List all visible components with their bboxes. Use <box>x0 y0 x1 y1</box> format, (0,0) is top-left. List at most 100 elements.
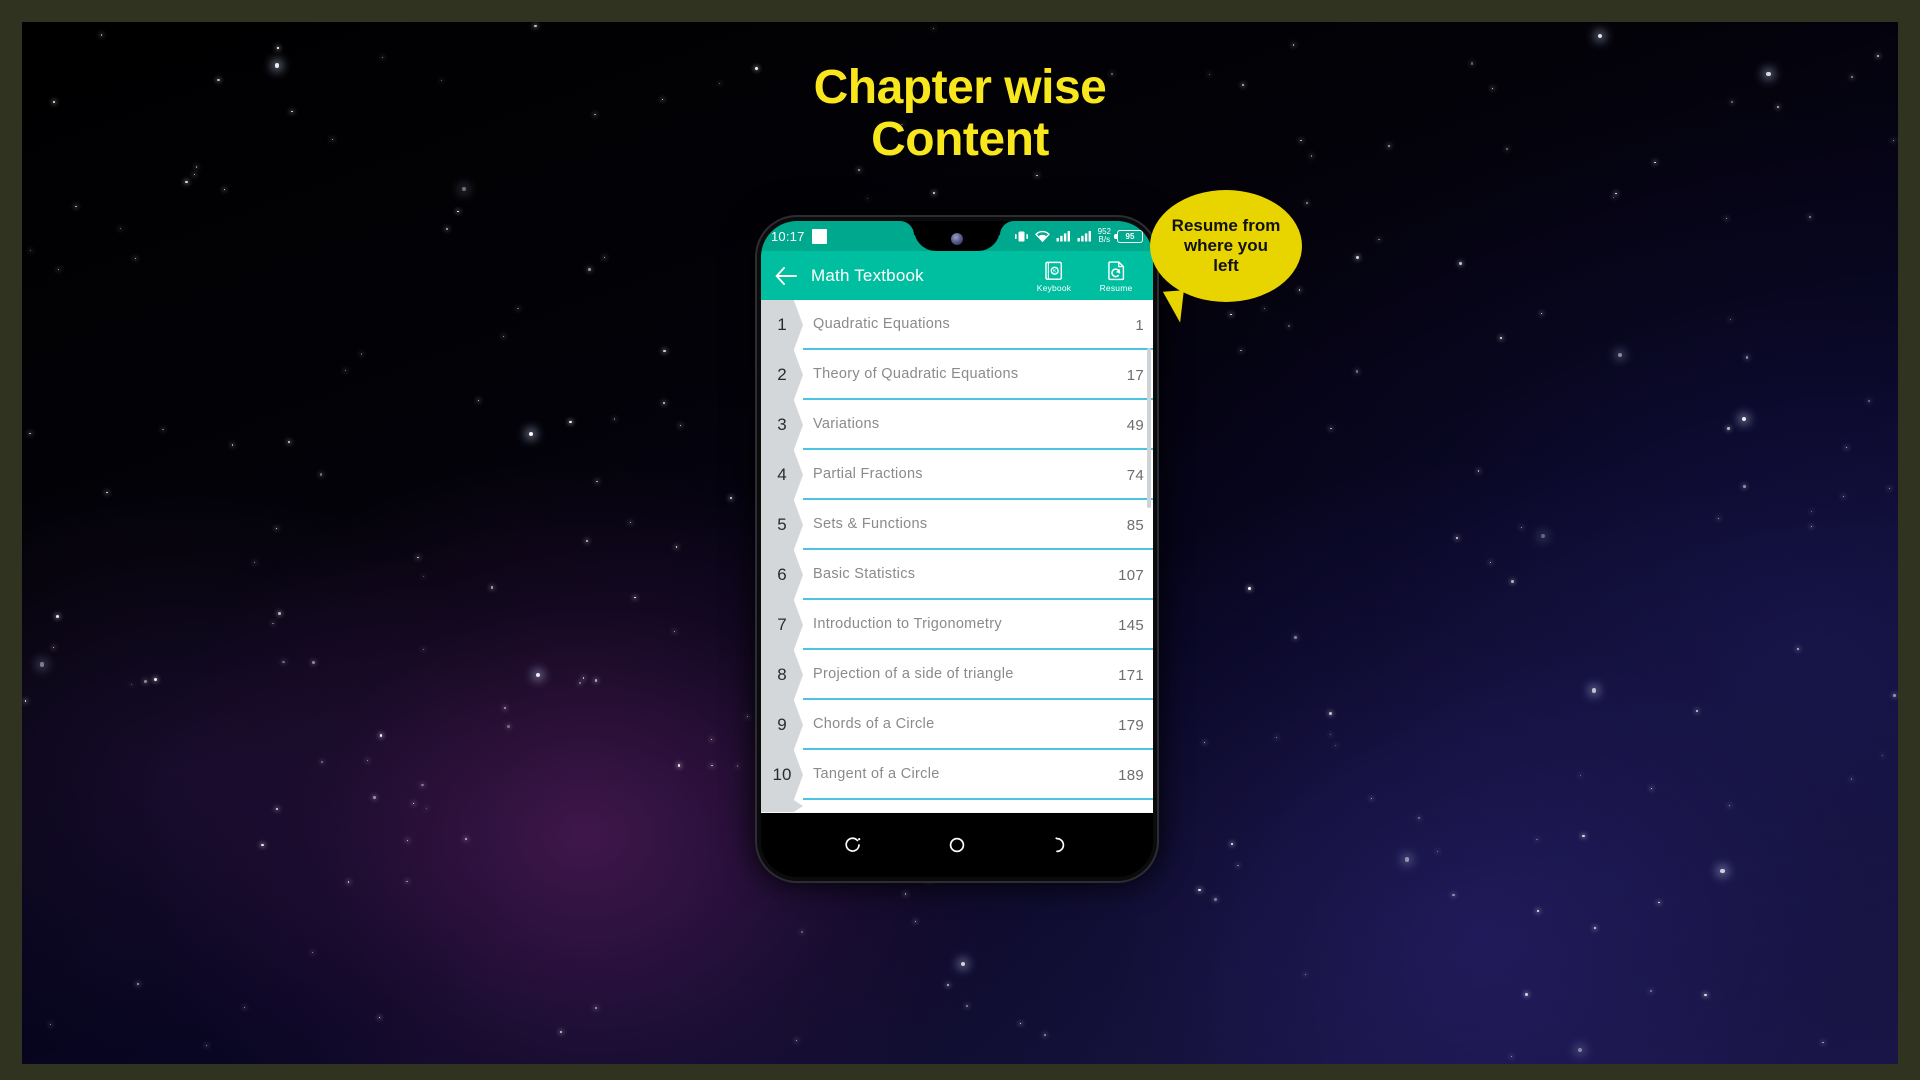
screenshot-root: Chapter wise Content 10:17 952 B/s 95 Ma… <box>0 0 1920 1080</box>
chapter-row[interactable]: 6 Basic Statistics 107 <box>761 550 1153 600</box>
star <box>1540 534 1545 539</box>
star <box>1581 834 1585 838</box>
star <box>282 660 286 664</box>
chapter-row[interactable]: 7 Introduction to Trigonometry 145 <box>761 600 1153 650</box>
home-button[interactable] <box>940 828 974 862</box>
chapter-number-tag: 4 <box>761 450 803 500</box>
star <box>347 881 350 883</box>
chapter-row-partial[interactable] <box>761 800 1153 812</box>
star <box>1615 193 1617 195</box>
star <box>933 27 935 29</box>
star <box>663 402 665 405</box>
star <box>1703 993 1707 997</box>
chapter-title: Variations <box>813 416 880 433</box>
app-bar-title: Math Textbook <box>811 265 924 285</box>
list-scrollbar[interactable] <box>1147 300 1151 813</box>
star <box>130 683 132 685</box>
resume-button[interactable]: Resume <box>1085 259 1147 293</box>
star <box>1728 804 1731 806</box>
chapter-row[interactable]: 10 Tangent of a Circle 189 <box>761 750 1153 800</box>
star <box>412 802 414 804</box>
star <box>932 192 935 195</box>
chapter-row[interactable]: 1 Quadratic Equations 1 <box>761 300 1153 350</box>
star <box>417 557 419 559</box>
chapter-row-body: Sets & Functions 85 <box>803 500 1153 550</box>
star <box>379 733 383 737</box>
chapter-title: Quadratic Equations <box>813 316 951 333</box>
star <box>677 764 681 767</box>
star <box>423 575 425 577</box>
chapter-row[interactable]: 5 Sets & Functions 85 <box>761 500 1153 550</box>
star <box>1521 526 1523 529</box>
star <box>796 1039 798 1042</box>
star <box>1237 864 1239 866</box>
star <box>153 678 157 682</box>
back-nav-button[interactable] <box>1044 828 1078 862</box>
star <box>361 353 363 355</box>
star <box>1371 798 1373 800</box>
keybook-icon: K <box>1044 261 1062 280</box>
back-button[interactable] <box>773 263 799 289</box>
notification-chip-icon <box>811 228 827 244</box>
star <box>185 180 188 184</box>
star <box>594 679 598 683</box>
star <box>613 418 616 420</box>
status-bar-left: 10:17 <box>771 228 827 244</box>
star <box>587 268 591 272</box>
star <box>1877 54 1880 57</box>
star <box>1809 216 1811 218</box>
star <box>1437 851 1439 853</box>
star <box>372 795 376 799</box>
star <box>426 807 428 809</box>
star <box>1305 201 1308 204</box>
callout-text: Resume from where you left <box>1171 216 1281 275</box>
chapter-row[interactable]: 2 Theory of Quadratic Equations 17 <box>761 350 1153 400</box>
chapter-row[interactable]: 8 Projection of a side of triangle 171 <box>761 650 1153 700</box>
star <box>1726 218 1728 220</box>
star <box>1594 927 1597 930</box>
chapter-number-tag: 2 <box>761 350 803 400</box>
recents-button[interactable] <box>836 828 870 862</box>
star <box>663 349 667 353</box>
star <box>502 335 504 337</box>
battery-icon: 95 <box>1114 229 1143 243</box>
phone-screen: 10:17 952 B/s 95 Math Textbook K Keybook… <box>761 221 1153 877</box>
scrollbar-thumb[interactable] <box>1147 348 1151 508</box>
star <box>406 840 409 842</box>
star <box>1889 487 1891 489</box>
chapter-page-number: 17 <box>1126 366 1144 384</box>
star <box>904 893 907 896</box>
star <box>1868 400 1871 403</box>
front-camera-icon <box>951 232 963 245</box>
star <box>223 189 225 191</box>
star <box>517 307 519 309</box>
star <box>966 1004 969 1007</box>
star <box>711 739 713 741</box>
star <box>1019 1023 1021 1025</box>
chapter-number-tag <box>761 800 803 812</box>
star <box>120 227 122 230</box>
star <box>1489 561 1492 563</box>
star <box>253 561 255 563</box>
chapter-list[interactable]: 1 Quadratic Equations 1 2 Theory of Quadrati… <box>761 300 1153 813</box>
star <box>243 1006 245 1009</box>
chapter-row[interactable]: 3 Variations 49 <box>761 400 1153 450</box>
star <box>1459 261 1463 265</box>
chapter-row[interactable]: 9 Chords of a Circle 179 <box>761 700 1153 750</box>
star <box>143 680 147 683</box>
chapter-row[interactable]: 4 Partial Fractions 74 <box>761 450 1153 500</box>
star <box>1294 636 1298 640</box>
star <box>406 881 408 883</box>
chapter-title: Chords of a Circle <box>813 716 935 733</box>
star <box>1275 736 1277 738</box>
star <box>1477 470 1480 473</box>
keybook-label: Keybook <box>1036 282 1072 293</box>
star <box>320 760 323 763</box>
star <box>629 522 631 524</box>
star <box>1036 174 1038 176</box>
keybook-button[interactable]: K Keybook <box>1023 259 1085 293</box>
star <box>344 370 347 372</box>
home-icon <box>949 837 965 853</box>
chapter-page-number: 107 <box>1118 566 1144 584</box>
star <box>1330 427 1332 429</box>
